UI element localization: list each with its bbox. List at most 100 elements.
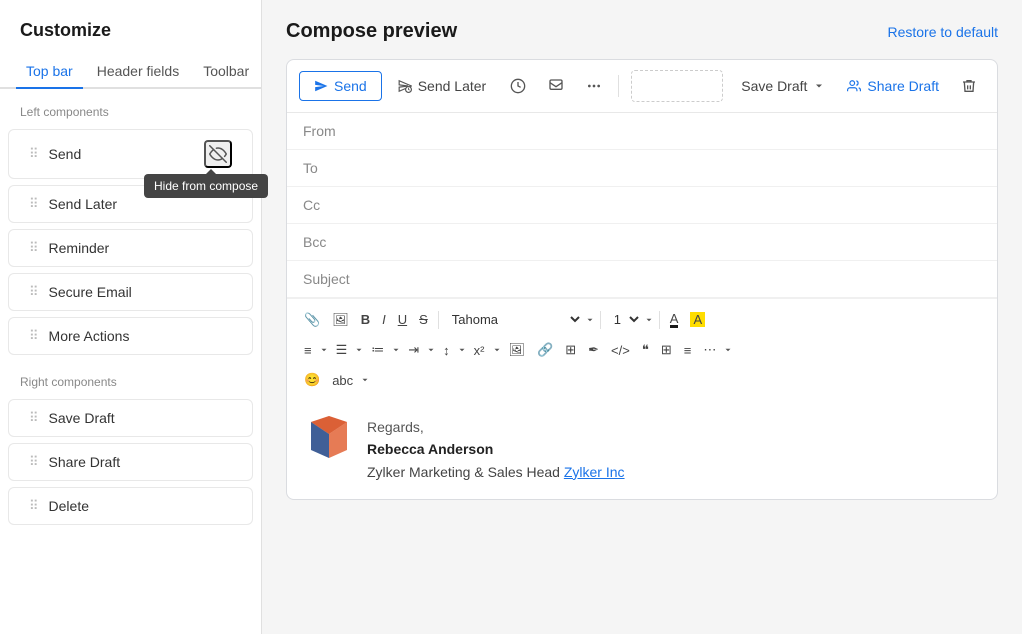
secure-email-icon-button[interactable] — [540, 72, 572, 100]
component-secure-email: ⠿ Secure Email — [8, 273, 253, 311]
drag-handle-delete[interactable]: ⠿ — [29, 498, 39, 514]
attach-image-button[interactable]: 🖼 — [327, 308, 354, 332]
more-format-button[interactable]: ⋯ — [698, 338, 721, 362]
format-divider-3 — [659, 311, 660, 329]
subject-input[interactable] — [353, 271, 981, 287]
share-draft-button[interactable]: Share Draft — [839, 72, 947, 100]
chevron-down-icon — [813, 80, 825, 92]
send-icon — [314, 79, 328, 93]
component-share-draft-label: Share Draft — [49, 454, 232, 470]
italic-button[interactable]: I — [377, 308, 391, 331]
subject-field-row: Subject — [287, 261, 997, 298]
bcc-label: Bcc — [303, 234, 353, 250]
toolbar-divider-1 — [618, 75, 619, 97]
compose-box: Send Send Later Save Draft — [286, 59, 998, 500]
send-later-button[interactable]: Send Later — [388, 72, 497, 100]
save-draft-button[interactable]: Save Draft — [733, 72, 833, 100]
highlight-button[interactable]: A — [685, 308, 710, 331]
format-toolbar-row-3: 😊 abc — [299, 368, 985, 392]
right-panel: Compose preview Restore to default Send … — [262, 0, 1022, 634]
clock-icon — [510, 78, 526, 94]
component-save-draft-label: Save Draft — [49, 410, 232, 426]
signature-button[interactable]: ✒ — [583, 338, 604, 362]
bcc-field-row: Bcc — [287, 224, 997, 261]
sig-title: Zylker Marketing & Sales Head — [367, 464, 560, 480]
ordered-list-button[interactable]: ≔ — [366, 338, 389, 362]
line-spacing-button[interactable]: ↕ — [438, 339, 455, 362]
component-delete-label: Delete — [49, 498, 232, 514]
sig-company-link[interactable]: Zylker Inc — [564, 464, 625, 480]
send-button[interactable]: Send — [299, 71, 382, 101]
from-field-row: From — [287, 113, 997, 150]
restore-to-default-link[interactable]: Restore to default — [887, 24, 998, 40]
text-style-button[interactable]: abc — [327, 369, 358, 392]
bold-button[interactable]: B — [356, 308, 375, 331]
left-components-label: Left components — [0, 89, 261, 127]
to-label: To — [303, 160, 353, 176]
share-icon — [847, 79, 861, 93]
format-divider-1 — [438, 311, 439, 329]
to-input[interactable] — [353, 160, 981, 176]
tab-toolbar[interactable]: Toolbar — [193, 55, 259, 89]
more-actions-button[interactable] — [578, 72, 610, 100]
font-size-select[interactable]: 1... 12 14 16 — [606, 307, 642, 332]
component-reminder-label: Reminder — [49, 240, 232, 256]
trash-icon — [961, 78, 977, 94]
hide-send-button[interactable] — [204, 140, 232, 168]
format-divider-2 — [600, 311, 601, 329]
grid-button[interactable]: ⊞ — [656, 338, 677, 362]
blockquote-button[interactable]: ❝ — [637, 338, 654, 362]
component-more-actions: ⠿ More Actions — [8, 317, 253, 355]
to-field-row: To — [287, 150, 997, 187]
drag-handle-send[interactable]: ⠿ — [29, 146, 39, 162]
emoji-button[interactable]: 😊 — [299, 368, 325, 392]
drag-handle-save-draft[interactable]: ⠿ — [29, 410, 39, 426]
drag-handle-secure-email[interactable]: ⠿ — [29, 284, 39, 300]
insert-image-button[interactable]: 🖼 — [504, 338, 531, 362]
strikethrough-button[interactable]: S — [414, 308, 433, 331]
toolbar-right: Save Draft Share Draft — [733, 72, 985, 100]
compose-title: Compose preview — [286, 20, 457, 43]
signature-text: Regards, Rebecca Anderson Zylker Marketi… — [367, 416, 625, 483]
component-send: ⠿ Send Hide from compose — [8, 129, 253, 179]
indent-chevron-icon — [426, 345, 436, 355]
subject-label: Subject — [303, 271, 353, 287]
cc-input[interactable] — [353, 197, 981, 213]
superscript-button[interactable]: x² — [469, 339, 490, 362]
tab-header-fields[interactable]: Header fields — [87, 55, 190, 89]
font-family-select[interactable]: Tahoma Arial Times New Roman — [444, 307, 583, 332]
table-button[interactable]: ⊞ — [560, 338, 581, 362]
delete-button[interactable] — [953, 72, 985, 100]
signature-area: Regards, Rebecca Anderson Zylker Marketi… — [287, 400, 997, 499]
component-secure-email-label: Secure Email — [49, 284, 232, 300]
cc-field-row: Cc — [287, 187, 997, 224]
zylker-logo — [303, 416, 355, 468]
drag-handle-reminder[interactable]: ⠿ — [29, 240, 39, 256]
code-block-button[interactable]: </> — [606, 339, 635, 362]
from-label: From — [303, 123, 353, 139]
company-logo — [303, 416, 355, 468]
drag-handle-more-actions[interactable]: ⠿ — [29, 328, 39, 344]
component-save-draft: ⠿ Save Draft — [8, 399, 253, 437]
tab-top-bar[interactable]: Top bar — [16, 55, 83, 89]
align-left-button[interactable]: ≡ — [299, 339, 317, 362]
drag-handle-share-draft[interactable]: ⠿ — [29, 454, 39, 470]
font-color-button[interactable]: A — [665, 308, 684, 332]
attach-file-button[interactable]: 📎 — [299, 308, 325, 332]
list-button2[interactable]: ≡ — [679, 339, 697, 362]
unordered-list-button[interactable]: ☰ — [331, 338, 353, 362]
size-chevron-icon — [644, 315, 654, 325]
drag-handle-send-later[interactable]: ⠿ — [29, 196, 39, 212]
component-send-label: Send — [49, 146, 204, 162]
component-delete: ⠿ Delete — [8, 487, 253, 525]
component-more-actions-label: More Actions — [49, 328, 232, 344]
reminder-icon-button[interactable] — [502, 72, 534, 100]
from-input[interactable] — [353, 123, 981, 139]
bcc-input[interactable] — [353, 234, 981, 250]
panel-title: Customize — [0, 20, 261, 55]
align-chevron-icon — [319, 345, 329, 355]
tabs-bar: Top bar Header fields Toolbar — [0, 55, 261, 89]
indent-button[interactable]: ⇥ — [403, 338, 424, 362]
insert-link-button[interactable]: 🔗 — [532, 338, 558, 362]
underline-button[interactable]: U — [393, 308, 412, 331]
